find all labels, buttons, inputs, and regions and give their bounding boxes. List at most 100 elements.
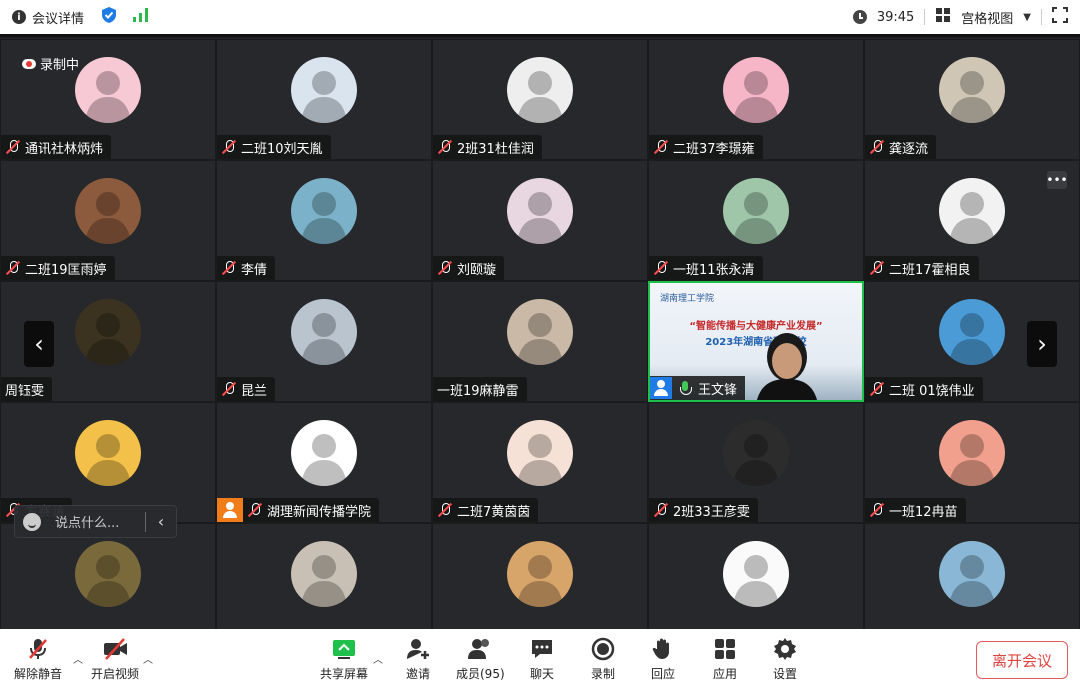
participant-name: 王文锋 <box>698 382 738 398</box>
child-photo-icon <box>75 420 141 486</box>
college-logo-icon <box>291 420 357 486</box>
city-photo-icon <box>939 541 1005 607</box>
participant-name: 龚逐流 <box>889 141 929 157</box>
participant-tile[interactable]: 2班33王彦雯 <box>648 402 864 523</box>
sunset-photo-icon <box>75 541 141 607</box>
recording-icon <box>22 58 36 69</box>
night-scene-icon <box>75 299 141 365</box>
participant-tile[interactable] <box>432 523 648 629</box>
start-video-label: 开启视频 <box>91 667 140 681</box>
participant-name: 2班31杜佳润 <box>457 141 534 157</box>
mic-muted-icon <box>221 381 237 397</box>
next-page-button[interactable]: › <box>1027 321 1057 367</box>
apps-icon <box>713 637 737 661</box>
participant-tile[interactable]: 二班10刘天胤 <box>216 39 432 160</box>
girl-photo-icon <box>507 299 573 365</box>
chat-placeholder[interactable]: 说点什么... <box>55 512 145 531</box>
chat-button[interactable]: 聊天 <box>530 637 554 682</box>
mic-muted-icon <box>869 381 885 397</box>
name-tag: 刘颐璇 <box>433 256 505 280</box>
record-icon <box>591 637 615 661</box>
participant-name: 一班11张永清 <box>673 262 755 278</box>
view-mode-dropdown[interactable]: 宫格视图 <box>961 8 1013 27</box>
reactions-label: 回应 <box>651 667 676 681</box>
invite-button[interactable]: 邀请 <box>406 637 430 682</box>
meeting-info-link[interactable]: 会议详情 <box>32 8 84 27</box>
participant-tile[interactable]: 二班7黄茵茵 <box>432 402 648 523</box>
chevron-up-icon[interactable]: ︿ <box>373 651 383 666</box>
hand-icon <box>651 637 675 661</box>
mic-muted-icon <box>869 260 885 276</box>
mic-muted-icon <box>653 139 669 155</box>
apps-label: 应用 <box>713 667 738 681</box>
shield-icon[interactable] <box>100 6 118 28</box>
cartoon-boy-icon <box>291 178 357 244</box>
mic-muted-icon <box>5 260 21 276</box>
mic-on-icon <box>677 380 693 396</box>
chat-quick-input[interactable]: 说点什么... ‹ <box>14 505 177 538</box>
divider <box>1041 9 1042 25</box>
record-label: 录制 <box>591 667 616 681</box>
participant-name: 李倩 <box>241 262 268 278</box>
mic-muted-icon <box>247 502 263 518</box>
participant-name: 湖理新闻传播学院 <box>267 504 372 520</box>
leave-meeting-button[interactable]: 离开会议 <box>976 641 1068 679</box>
collapse-icon[interactable]: ‹ <box>146 512 176 531</box>
name-tag: 二班10刘天胤 <box>217 135 331 159</box>
start-video-button[interactable]: 开启视频 <box>91 637 139 682</box>
name-tag: 王文锋 <box>650 376 746 400</box>
slide-logo-text: 湖南理工学院 <box>660 294 715 304</box>
participant-tile[interactable] <box>216 523 432 629</box>
info-icon[interactable]: i <box>12 10 26 24</box>
participant-tile[interactable]: 龚逐流 <box>864 39 1080 160</box>
chevron-down-icon[interactable]: ▼ <box>1023 12 1031 23</box>
chat-icon <box>530 637 554 661</box>
prev-page-button[interactable]: ‹ <box>24 321 54 367</box>
emoji-icon[interactable] <box>23 512 41 531</box>
participant-tile[interactable]: 湖南理工学院 “智能传播与大健康产业发展” 2023年湖南省研 学校 王文锋 <box>648 281 864 402</box>
grid-view-icon[interactable] <box>935 7 951 27</box>
pink-cat-icon <box>75 57 141 123</box>
members-button[interactable]: 成员(95) <box>456 637 505 682</box>
participant-tile[interactable]: 二班37李璟雍 <box>648 39 864 160</box>
share-screen-button[interactable]: 共享屏幕 <box>320 637 368 682</box>
participant-tile[interactable] <box>648 523 864 629</box>
gear-icon <box>773 637 797 661</box>
mic-muted-icon <box>437 139 453 155</box>
members-label: 成员(95) <box>456 667 505 681</box>
participant-name: 二班10刘天胤 <box>241 141 323 157</box>
sketch-boy-icon <box>291 57 357 123</box>
participant-tile[interactable]: 昆兰 <box>216 281 432 402</box>
record-button[interactable]: 录制 <box>591 637 615 682</box>
participant-name: 一班12冉苗 <box>889 504 958 520</box>
participant-tile[interactable]: 一班11张永清 <box>648 160 864 281</box>
settings-button[interactable]: 设置 <box>773 637 797 682</box>
chevron-up-icon[interactable]: ︿ <box>143 651 153 666</box>
participant-name: 周钰雯 <box>5 383 45 399</box>
participant-tile[interactable]: 2班31杜佳润 <box>432 39 648 160</box>
mic-muted-icon <box>653 260 669 276</box>
participant-tile[interactable] <box>864 523 1080 629</box>
participant-tile[interactable] <box>0 523 216 629</box>
name-tag: 二班17霍相良 <box>865 256 979 280</box>
members-icon <box>468 637 492 661</box>
name-tag: 二班 01饶伟业 <box>865 377 983 401</box>
participant-tile[interactable]: 一班12冉苗 <box>864 402 1080 523</box>
participant-tile[interactable]: 刘颐璇 <box>432 160 648 281</box>
woman-photo-icon <box>75 178 141 244</box>
participant-tile[interactable]: 湖理新闻传播学院 <box>216 402 432 523</box>
name-tag: 2班33王彦雯 <box>649 498 758 522</box>
participant-tile[interactable]: 李倩 <box>216 160 432 281</box>
participant-tile[interactable]: 二班19匡雨婷 <box>0 160 216 281</box>
unmute-button[interactable]: 解除静音 <box>14 637 62 682</box>
reactions-button[interactable]: 回应 <box>651 637 675 682</box>
chat-label: 聊天 <box>530 667 555 681</box>
apps-button[interactable]: 应用 <box>713 637 737 682</box>
participant-tile[interactable]: 一班19麻静雷 <box>432 281 648 402</box>
name-tag: 2班31杜佳润 <box>433 135 542 159</box>
fullscreen-icon[interactable] <box>1052 7 1068 27</box>
line-drawing-boy-icon <box>507 57 573 123</box>
more-options-icon[interactable]: ••• <box>1046 171 1068 189</box>
mic-muted-icon <box>5 139 21 155</box>
chevron-up-icon[interactable]: ︿ <box>73 651 83 666</box>
